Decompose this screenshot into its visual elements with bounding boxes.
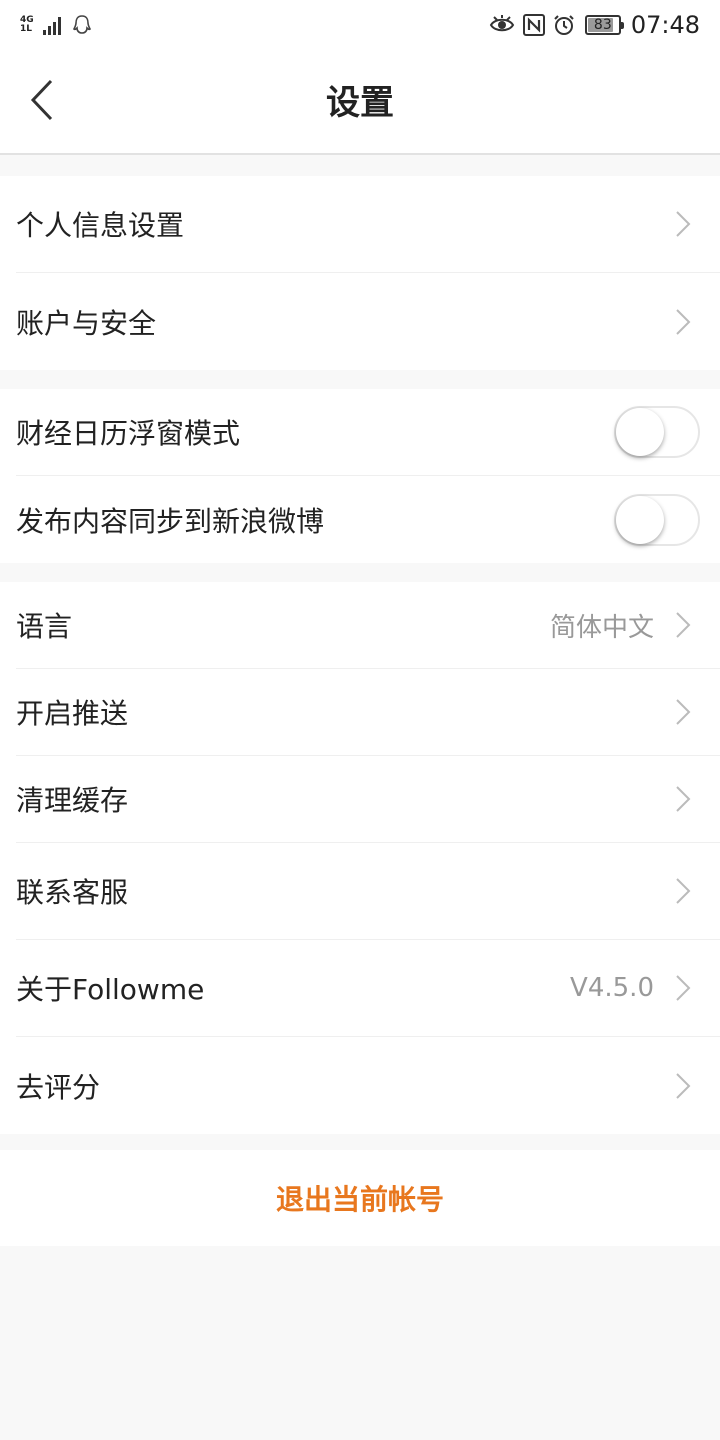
- chevron-right-icon: [672, 876, 694, 906]
- status-right: 83 07:48: [481, 10, 700, 40]
- row-personal-info[interactable]: 个人信息设置: [16, 176, 720, 273]
- qq-icon: [72, 14, 92, 36]
- row-label: 清理缓存: [16, 784, 129, 817]
- row-label: 关于Followme: [16, 973, 205, 1006]
- logout-label: 退出当前帐号: [275, 1183, 444, 1216]
- chevron-right-icon: [672, 697, 694, 727]
- eye-icon: [489, 15, 515, 35]
- alarm-icon: [553, 14, 575, 36]
- row-label: 账户与安全: [16, 306, 157, 340]
- battery-level: 83: [593, 17, 612, 33]
- row-label: 去评分: [16, 1070, 101, 1104]
- chevron-right-icon: [672, 973, 694, 1003]
- row-weibo-sync: 发布内容同步到新浪微博: [16, 476, 720, 563]
- signal-icon: [42, 14, 64, 36]
- clock: 07:48: [630, 11, 700, 39]
- nav-bar: 设置: [0, 50, 720, 155]
- toggle-knob: [616, 495, 664, 544]
- page-title: 设置: [326, 83, 394, 123]
- row-contact-service[interactable]: 联系客服: [16, 843, 720, 940]
- network-sub-label: 1L: [20, 24, 32, 34]
- status-bar: 4G 1L 83 07:48: [0, 0, 720, 50]
- row-account-security[interactable]: 账户与安全: [16, 273, 720, 370]
- weibo-sync-toggle[interactable]: [614, 493, 700, 546]
- settings-group-profile: 个人信息设置 账户与安全: [0, 176, 720, 370]
- row-label: 个人信息设置: [16, 209, 185, 242]
- row-about[interactable]: 关于Followme V4.5.0: [16, 940, 720, 1037]
- row-label: 开启推送: [16, 697, 129, 730]
- row-rate[interactable]: 去评分: [16, 1037, 720, 1134]
- row-clear-cache[interactable]: 清理缓存: [16, 756, 720, 843]
- row-label: 语言: [16, 610, 73, 643]
- chevron-right-icon: [672, 1071, 694, 1101]
- chevron-right-icon: [672, 610, 694, 640]
- logout-button[interactable]: 退出当前帐号: [0, 1150, 720, 1246]
- row-language[interactable]: 语言 简体中文: [16, 582, 720, 669]
- status-left: 4G 1L: [20, 12, 92, 38]
- row-calendar-float: 财经日历浮窗模式: [16, 389, 720, 476]
- network-type: 4G 1L: [20, 16, 34, 34]
- chevron-right-icon: [672, 209, 694, 239]
- settings-group-general: 语言 简体中文 开启推送 清理缓存 联系客服 关于Followme V4.5.0…: [0, 582, 720, 1134]
- calendar-float-toggle[interactable]: [614, 406, 700, 458]
- chevron-right-icon: [672, 307, 694, 337]
- settings-group-toggles: 财经日历浮窗模式 发布内容同步到新浪微博: [0, 389, 720, 563]
- row-label: 联系客服: [16, 876, 129, 909]
- version-value: V4.5.0: [570, 973, 654, 1003]
- chevron-right-icon: [672, 784, 694, 814]
- toggle-knob: [616, 408, 664, 456]
- nfc-icon: [522, 14, 545, 36]
- language-value: 简体中文: [549, 612, 654, 643]
- battery-icon: 83: [584, 15, 624, 35]
- row-push[interactable]: 开启推送: [16, 669, 720, 756]
